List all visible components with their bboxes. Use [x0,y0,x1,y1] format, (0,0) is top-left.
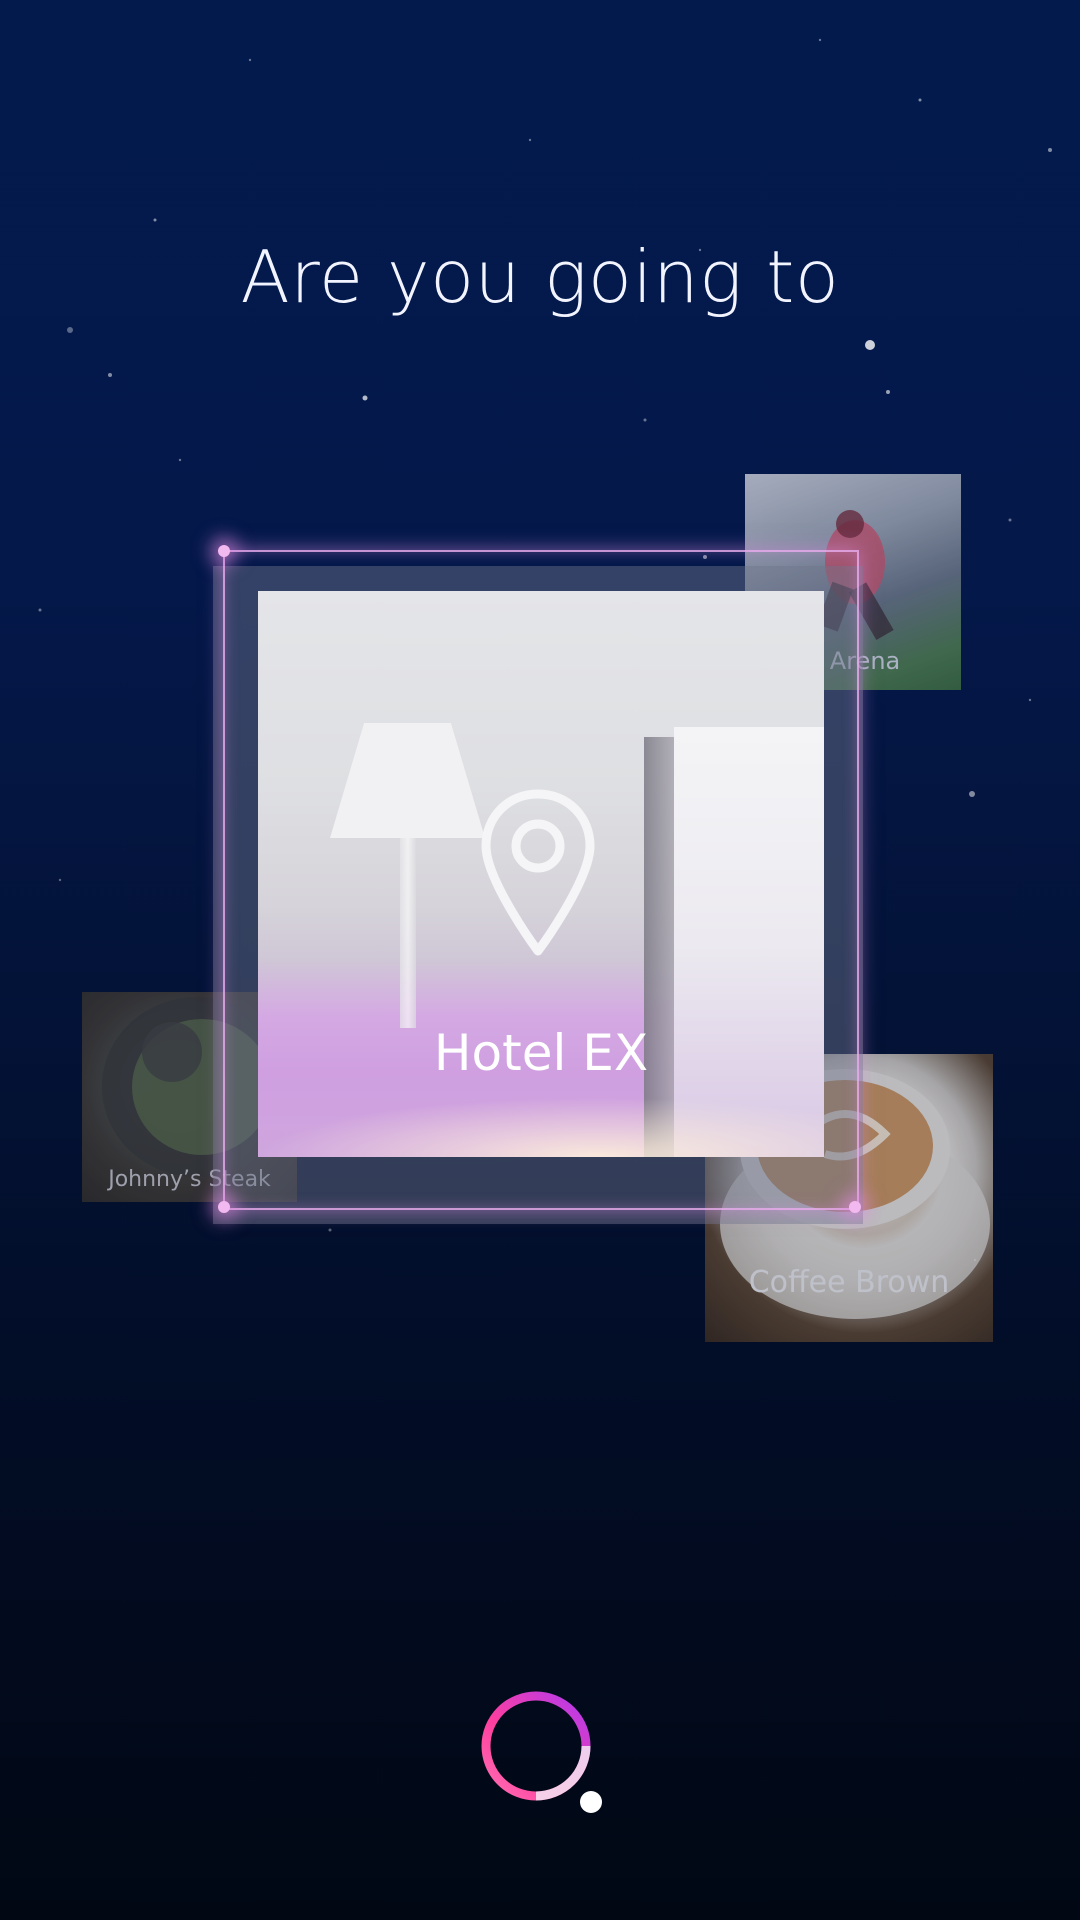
selected-place-card[interactable]: Hotel EX [258,591,824,1157]
lamp-image [330,723,485,838]
frame-corner-top-left [218,545,230,557]
light-glow [258,1097,824,1157]
prompt-title: Are you going to [240,235,840,319]
location-pin-icon [481,789,595,956]
frame-corner-bottom-right [849,1201,861,1213]
lamp-pole-image [400,838,416,1028]
frame-corner-bottom-left [218,1201,230,1213]
place-label-coffee: Coffee Brown [748,1265,950,1300]
headboard-image [644,737,674,1157]
voice-assistant-button[interactable] [478,1688,608,1818]
voice-dot-icon [580,1791,602,1813]
pillow-image [674,727,824,1157]
selected-place-label: Hotel EX [433,1024,649,1082]
